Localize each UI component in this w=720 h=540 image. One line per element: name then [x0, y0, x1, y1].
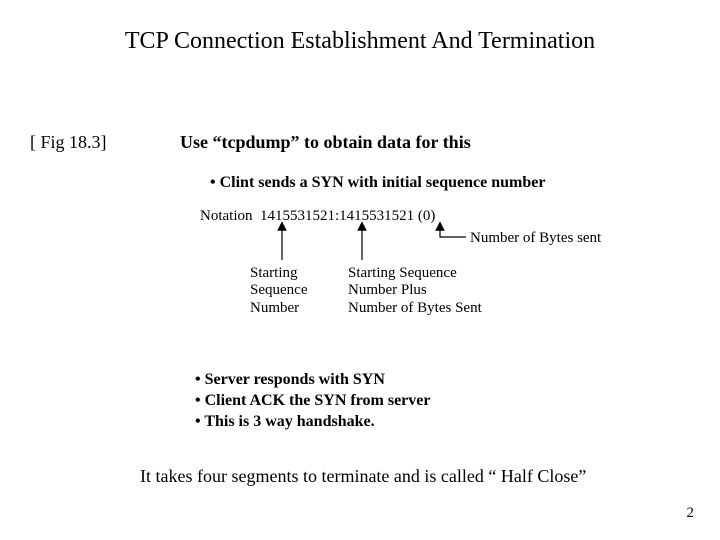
- notation-value: 1415531521:1415531521 (0): [260, 208, 435, 224]
- plus-line1: Starting Sequence: [348, 265, 457, 281]
- figure-reference: [ Fig 18.3]: [30, 132, 107, 153]
- bytes-sent-label: Number of Bytes sent: [470, 230, 601, 247]
- start-seq-line1: Starting: [250, 265, 298, 281]
- bullet-syn: • Clint sends a SYN with initial sequenc…: [210, 174, 545, 192]
- page-number: 2: [687, 505, 695, 522]
- notation-label: Notation: [200, 208, 253, 224]
- plus-line2: Number Plus: [348, 282, 427, 298]
- bullet-client-ack: • Client ACK the SYN from server: [195, 391, 430, 412]
- slide: TCP Connection Establishment And Termina…: [0, 0, 720, 540]
- slide-title: TCP Connection Establishment And Termina…: [0, 28, 720, 55]
- subheading: Use “tcpdump” to obtain data for this: [180, 132, 471, 153]
- closing-line: It takes four segments to terminate and …: [140, 466, 586, 487]
- seq-plus-bytes-label: Starting Sequence Number Plus Number of …: [348, 265, 482, 317]
- start-seq-line2: Sequence: [250, 282, 307, 298]
- notation-line: Notation 1415531521:1415531521 (0): [200, 208, 435, 225]
- starting-seq-label: Starting Sequence Number: [250, 265, 307, 317]
- bullet-server-syn: • Server responds with SYN: [195, 370, 430, 391]
- bullet-3way: • This is 3 way handshake.: [195, 412, 430, 433]
- plus-line3: Number of Bytes Sent: [348, 300, 482, 316]
- start-seq-line3: Number: [250, 300, 299, 316]
- bullet-list-2: • Server responds with SYN • Client ACK …: [195, 370, 430, 432]
